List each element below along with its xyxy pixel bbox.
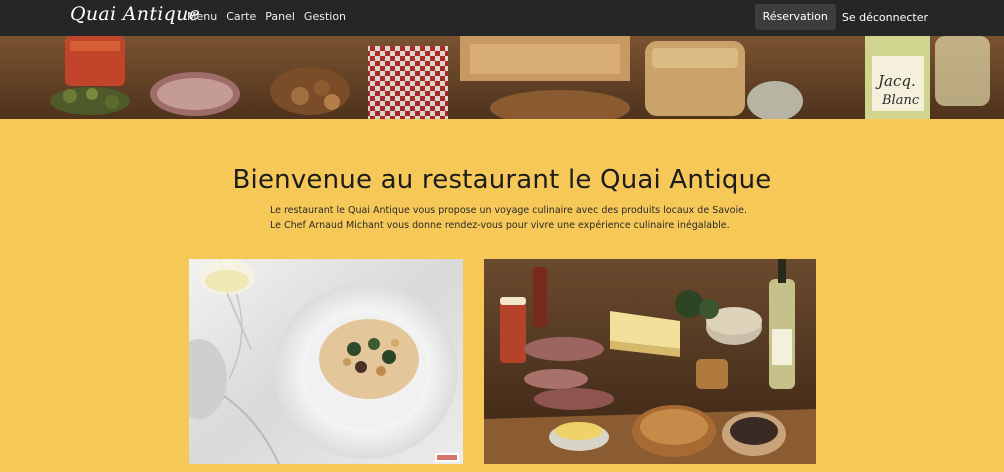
charcuterie-photo [484,259,816,464]
nav-link-carte[interactable]: Carte [226,10,256,23]
brand-logo[interactable]: Quai Antique [70,3,200,25]
page-title: Bienvenue au restaurant le Quai Antique [232,165,772,195]
svg-text:Jacq.: Jacq. [875,72,916,90]
intro-line-1: Le restaurant le Quai Antique vous propo… [270,205,747,216]
reservation-button[interactable]: Réservation [754,4,836,30]
intro-line-2: Le Chef Arnaud Michant vous donne rendez… [270,220,730,231]
nav-links: Menu Carte Panel Gestion [187,10,355,23]
svg-text:Blanc: Blanc [881,93,920,108]
nav-link-panel[interactable]: Panel [265,10,295,23]
nav-link-menu[interactable]: Menu [187,10,217,23]
nav-link-gestion[interactable]: Gestion [304,10,346,23]
dish-photo [189,259,463,464]
intro-text: Le restaurant le Quai Antique vous propo… [270,203,747,233]
nav-right: Réservation Se déconnecter [754,4,928,30]
logout-link[interactable]: Se déconnecter [842,11,928,24]
navbar: Quai Antique Menu Carte Panel Gestion Ré… [0,0,1004,36]
banner-image: Jacq. Blanc [0,36,1004,119]
